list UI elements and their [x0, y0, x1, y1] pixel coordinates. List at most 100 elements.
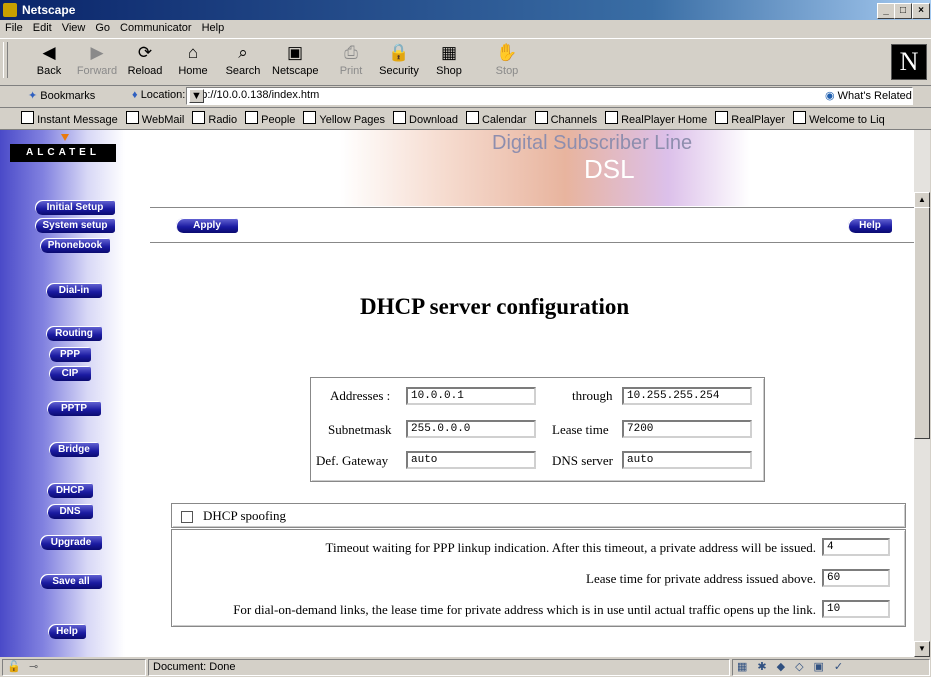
shop-button[interactable]: ▦ Shop [426, 43, 472, 77]
personal-link-channels[interactable]: Channels [534, 111, 597, 126]
home-button[interactable]: ⌂ Home [170, 43, 216, 77]
shop-label: Shop [436, 65, 462, 77]
personal-link-label: Welcome to Liq [809, 114, 885, 126]
status-bar: 🔓 ⊸ Document: Done ▦✱◆◇▣✓ [0, 657, 931, 677]
personal-link-calendar[interactable]: Calendar [465, 111, 527, 126]
stop-button[interactable]: ✋ Stop [484, 43, 530, 77]
nav-dial-in-button[interactable]: Dial-in [46, 283, 102, 298]
bookmarks-button[interactable]: ✦ Bookmarks [28, 89, 95, 102]
reload-button[interactable]: ⟳ Reload [122, 43, 168, 77]
security-button[interactable]: 🔒 Security [376, 43, 422, 77]
toolbar-grip[interactable] [3, 42, 8, 78]
personal-link-realplayer-home[interactable]: RealPlayer Home [605, 111, 707, 126]
stop-label: Stop [495, 65, 519, 77]
nav-save-all-button[interactable]: Save all [40, 574, 102, 589]
personal-link-people[interactable]: People [245, 111, 295, 126]
menu-communicator[interactable]: Communicator [115, 20, 197, 34]
component-icons[interactable]: ▦✱◆◇▣✓ [737, 660, 853, 673]
through-label: through [572, 388, 613, 403]
nav-ppp-button[interactable]: PPP [49, 347, 91, 362]
location-input[interactable]: http://10.0.0.138/index.htm ▼ [186, 87, 913, 105]
private-lease-input[interactable]: 60 [822, 569, 890, 587]
personal-link-instant-message[interactable]: Instant Message [21, 111, 118, 126]
dns-server-label: DNS server [552, 453, 614, 468]
scroll-down-button[interactable]: ▼ [914, 641, 930, 657]
help-button-top[interactable]: Help [848, 218, 892, 233]
menu-file[interactable]: File [0, 20, 28, 34]
menu-edit[interactable]: Edit [28, 20, 57, 34]
nav-pptp-button[interactable]: PPTP [47, 401, 101, 416]
chevron-down-icon[interactable]: ▼ [189, 89, 204, 103]
menu-bar: File Edit View Go Communicator Help [0, 20, 931, 38]
personal-link-yellow-pages[interactable]: Yellow Pages [303, 111, 385, 126]
nav-initial-setup-button[interactable]: Initial Setup [35, 200, 115, 215]
nav-help-button[interactable]: Help [48, 624, 86, 639]
personal-link-label: Calendar [481, 114, 527, 126]
through-input[interactable]: 10.255.255.254 [622, 387, 752, 405]
forward-button[interactable]: ▶ Forward [74, 43, 120, 77]
personal-link-radio[interactable]: Radio [192, 111, 237, 126]
personal-link-realplayer[interactable]: RealPlayer [715, 111, 785, 126]
addresses-input[interactable]: 10.0.0.1 [406, 387, 536, 405]
security-status[interactable]: 🔓 ⊸ [2, 659, 146, 676]
print-label: Print [339, 65, 363, 77]
nav-dhcp-button[interactable]: DHCP [47, 483, 93, 498]
alcatel-logo: ALCATEL [10, 144, 116, 162]
nav-phonebook-button[interactable]: Phonebook [40, 238, 110, 253]
close-button[interactable]: × [912, 3, 930, 19]
status-text-box: Document: Done [148, 659, 730, 676]
bookmark-page-icon [21, 111, 35, 124]
personal-link-welcome-to-liq[interactable]: Welcome to Liq [793, 111, 885, 126]
dns-server-input[interactable]: auto [622, 451, 752, 469]
scroll-thumb[interactable] [914, 207, 930, 439]
apply-button[interactable]: Apply [176, 218, 238, 233]
personal-toolbar: Instant Message WebMail Radio People Yellow … [0, 107, 931, 130]
menu-view[interactable]: View [57, 20, 91, 34]
gateway-input[interactable]: auto [406, 451, 536, 469]
lease-time-input[interactable]: 7200 [622, 420, 752, 438]
url-text: http://10.0.0.138/index.htm [189, 89, 320, 101]
window-title: Netscape [22, 3, 76, 17]
alcatel-logo-mark [61, 134, 69, 141]
netscape-button[interactable]: ▣ Netscape [272, 43, 318, 77]
addresses-label: Addresses : [330, 388, 391, 403]
bookmark-page-icon [605, 111, 619, 124]
dial-on-demand-input[interactable]: 10 [822, 600, 890, 618]
dhcp-spoofing-checkbox[interactable] [181, 511, 193, 523]
nav-cip-button[interactable]: CIP [49, 366, 91, 381]
vertical-scrollbar[interactable]: ▲ ▼ [914, 130, 930, 657]
scroll-up-button[interactable]: ▲ [914, 192, 930, 208]
personal-link-webmail[interactable]: WebMail [125, 111, 184, 126]
netscape-logo[interactable]: N [891, 44, 927, 80]
maximize-button[interactable]: □ [894, 3, 912, 19]
search-button[interactable]: ⌕ Search [220, 43, 266, 77]
subnetmask-label: Subnetmask [328, 422, 392, 437]
nav-dns-button[interactable]: DNS [47, 504, 93, 519]
menu-go[interactable]: Go [90, 20, 115, 34]
subnetmask-input[interactable]: 255.0.0.0 [406, 420, 536, 438]
print-button[interactable]: ⎙ Print [328, 43, 374, 77]
bookmark-page-icon [303, 111, 317, 124]
stop-icon: ✋ [496, 43, 518, 62]
whats-related-button[interactable]: ◉ What's Related [825, 89, 912, 102]
personal-link-download[interactable]: Download [393, 111, 458, 126]
security-label: Security [379, 65, 419, 77]
nav-bridge-button[interactable]: Bridge [49, 442, 99, 457]
nav-system-setup-button[interactable]: System setup [35, 218, 115, 233]
back-button[interactable]: ◀ Back [26, 43, 72, 77]
component-bar: ▦✱◆◇▣✓ [732, 659, 930, 676]
dhcp-spoofing-label: DHCP spoofing [203, 508, 286, 523]
status-text: Document: Done [153, 661, 236, 673]
nav-upgrade-button[interactable]: Upgrade [40, 535, 102, 550]
bookmark-page-icon [793, 111, 807, 124]
lock-icon: 🔒 [388, 43, 410, 62]
nav-routing-button[interactable]: Routing [46, 326, 102, 341]
minimize-button[interactable]: _ [877, 3, 895, 19]
bookmark-page-icon [245, 111, 259, 124]
back-arrow-icon: ◀ [42, 43, 56, 62]
menu-help[interactable]: Help [197, 20, 230, 34]
ppp-timeout-input[interactable]: 4 [822, 538, 890, 556]
reload-label: Reload [127, 65, 163, 77]
personal-link-label: People [261, 114, 296, 126]
bookmark-page-icon [125, 111, 139, 124]
